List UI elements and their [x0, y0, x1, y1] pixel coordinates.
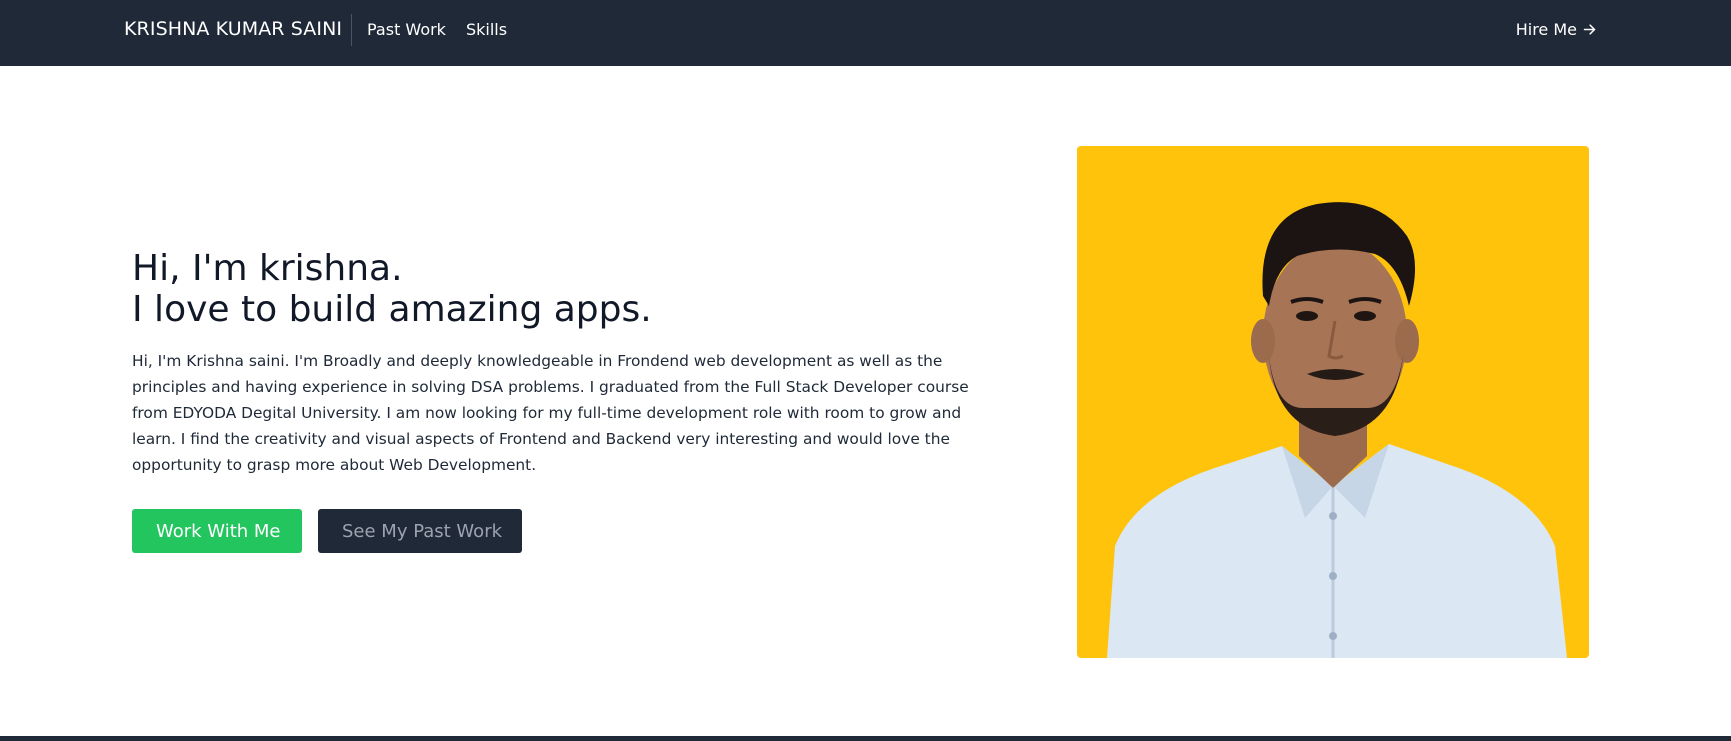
- see-past-work-button[interactable]: See My Past Work: [318, 509, 522, 553]
- nav-divider: [351, 14, 352, 46]
- headline-line-1: Hi, I'm krishna.: [132, 248, 403, 289]
- headline-line-2: I love to build amazing apps.: [132, 289, 652, 330]
- arrow-right-icon: [1582, 22, 1597, 37]
- hire-me-label: Hire Me: [1515, 20, 1577, 39]
- hero-text-section: Hi, I'm krishna. I love to build amazing…: [132, 248, 972, 478]
- profile-photo: [1077, 146, 1589, 658]
- brand-logo-link[interactable]: KRISHNA KUMAR SAINI: [124, 18, 342, 40]
- top-navbar: KRISHNA KUMAR SAINI Past Work Skills Hir…: [0, 0, 1731, 66]
- intro-paragraph: Hi, I'm Krishna saini. I'm Broadly and d…: [132, 352, 969, 474]
- nav-link-skills[interactable]: Skills: [466, 20, 507, 39]
- hire-me-button[interactable]: Hire Me: [1516, 20, 1597, 39]
- hero-headline: Hi, I'm krishna. I love to build amazing…: [132, 248, 972, 330]
- nav-links: Past Work Skills: [367, 20, 507, 39]
- portrait-illustration: [1107, 202, 1567, 658]
- cta-buttons: Work With Me See My Past Work: [132, 509, 522, 553]
- nav-link-past-work[interactable]: Past Work: [367, 20, 446, 39]
- footer-edge: [0, 736, 1731, 741]
- work-with-me-button[interactable]: Work With Me: [132, 509, 302, 553]
